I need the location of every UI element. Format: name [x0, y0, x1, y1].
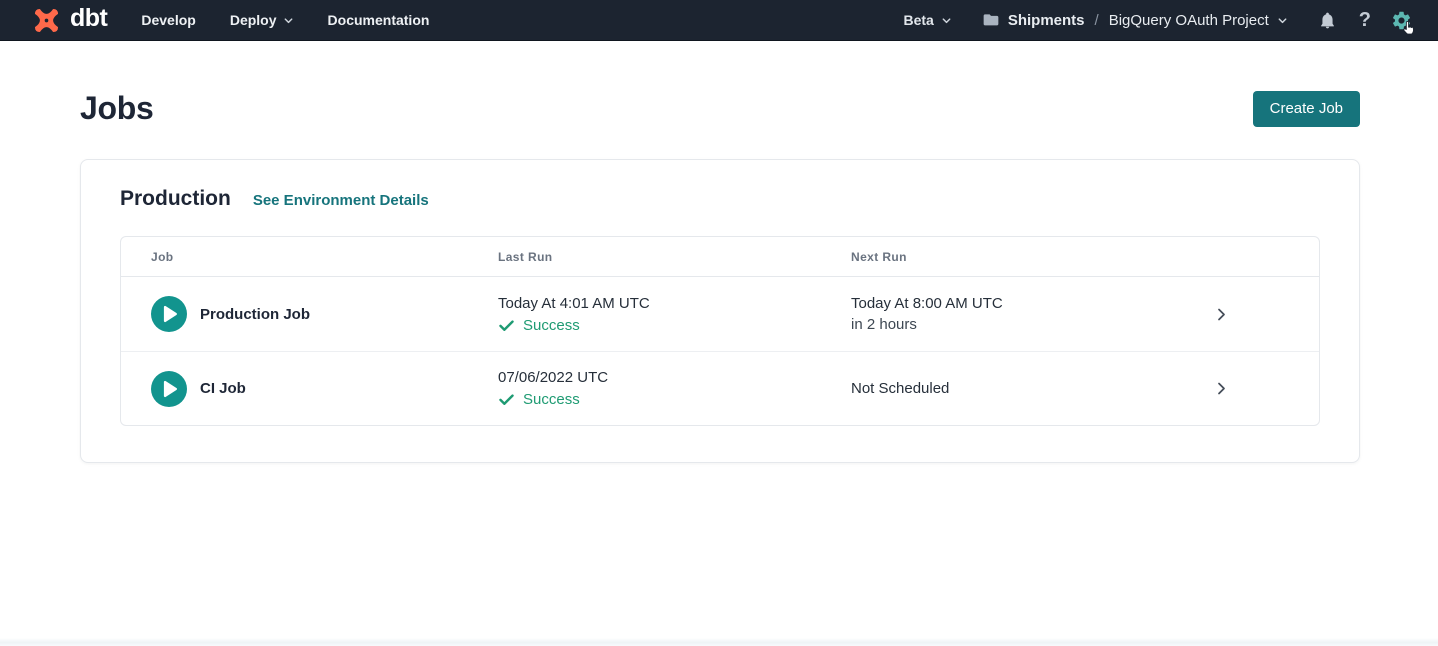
gear-icon	[1391, 10, 1412, 31]
environment-card: Production See Environment Details Job L…	[80, 159, 1360, 463]
see-environment-details-link[interactable]: See Environment Details	[253, 192, 429, 209]
brand-text: dbt	[70, 6, 107, 34]
table-row[interactable]: Production Job Today At 4:01 AM UTC Succ…	[121, 277, 1319, 351]
chevron-down-icon	[1277, 15, 1288, 26]
nav-item-documentation-label: Documentation	[328, 12, 430, 28]
beta-label: Beta	[903, 12, 933, 28]
jobs-table: Job Last Run Next Run Production Job Tod…	[120, 236, 1320, 426]
breadcrumb-separator: /	[1095, 12, 1099, 29]
last-run-time: 07/06/2022 UTC	[498, 369, 851, 386]
navbar-right: Beta Shipments / BigQuery OAuth Project …	[903, 10, 1412, 31]
dbt-logo[interactable]: dbt	[30, 4, 107, 37]
job-cell: CI Job	[151, 371, 498, 407]
next-run-cell: Today At 8:00 AM UTC in 2 hours	[851, 295, 1206, 333]
check-icon	[498, 391, 515, 408]
primary-nav: Develop Deploy Documentation	[141, 12, 429, 28]
open-job-button[interactable]	[1210, 377, 1233, 400]
bell-icon	[1318, 11, 1337, 30]
play-icon	[151, 296, 187, 332]
job-name: CI Job	[200, 380, 246, 397]
nav-item-deploy[interactable]: Deploy	[230, 12, 294, 28]
run-job-button[interactable]	[151, 371, 187, 407]
notifications-button[interactable]	[1318, 11, 1337, 30]
nav-item-develop-label: Develop	[141, 12, 195, 28]
column-header-job: Job	[151, 250, 498, 264]
row-actions-cell	[1206, 377, 1319, 400]
next-run-cell: Not Scheduled	[851, 380, 1206, 397]
next-run-relative: in 2 hours	[851, 316, 1206, 333]
check-icon	[498, 317, 515, 334]
run-job-button[interactable]	[151, 296, 187, 332]
job-name: Production Job	[200, 306, 310, 323]
chevron-down-icon	[941, 15, 952, 26]
last-run-status: Success	[498, 391, 851, 408]
last-run-time: Today At 4:01 AM UTC	[498, 295, 851, 312]
chevron-right-icon	[1214, 381, 1229, 396]
top-navbar: dbt Develop Deploy Documentation Beta Sh…	[0, 0, 1438, 41]
play-icon	[151, 371, 187, 407]
jobs-table-header-row: Job Last Run Next Run	[121, 237, 1319, 277]
help-button[interactable]: ?	[1359, 10, 1371, 30]
folder-icon	[982, 11, 1000, 29]
page-header: Jobs Create Job	[0, 41, 1438, 127]
project-selector[interactable]: Shipments / BigQuery OAuth Project	[982, 11, 1288, 29]
breadcrumb-project: Shipments	[1008, 12, 1085, 29]
chevron-right-icon	[1214, 307, 1229, 322]
column-header-next-run: Next Run	[851, 250, 1206, 264]
nav-item-documentation[interactable]: Documentation	[328, 12, 430, 28]
settings-button[interactable]	[1391, 10, 1412, 31]
dbt-logo-icon	[30, 4, 63, 37]
beta-dropdown[interactable]: Beta	[903, 12, 951, 28]
last-run-cell: Today At 4:01 AM UTC Success	[498, 295, 851, 334]
breadcrumb-environment: BigQuery OAuth Project	[1109, 12, 1269, 29]
status-badge: Success	[523, 391, 580, 408]
next-run-time: Today At 8:00 AM UTC	[851, 295, 1206, 312]
table-row[interactable]: CI Job 07/06/2022 UTC Success Not Schedu…	[121, 351, 1319, 425]
environment-title: Production	[120, 187, 231, 211]
job-cell: Production Job	[151, 296, 498, 332]
last-run-status: Success	[498, 317, 851, 334]
row-actions-cell	[1206, 303, 1319, 326]
page-title: Jobs	[80, 90, 154, 127]
nav-item-deploy-label: Deploy	[230, 12, 277, 28]
status-badge: Success	[523, 317, 580, 334]
nav-item-develop[interactable]: Develop	[141, 12, 195, 28]
open-job-button[interactable]	[1210, 303, 1233, 326]
column-header-last-run: Last Run	[498, 250, 851, 264]
last-run-cell: 07/06/2022 UTC Success	[498, 369, 851, 408]
viewport-bottom-edge	[0, 638, 1438, 646]
question-mark-icon: ?	[1359, 10, 1371, 30]
chevron-down-icon	[283, 15, 294, 26]
environment-card-header: Production See Environment Details	[120, 187, 1320, 211]
create-job-button[interactable]: Create Job	[1253, 91, 1360, 127]
next-run-time: Not Scheduled	[851, 380, 1206, 397]
